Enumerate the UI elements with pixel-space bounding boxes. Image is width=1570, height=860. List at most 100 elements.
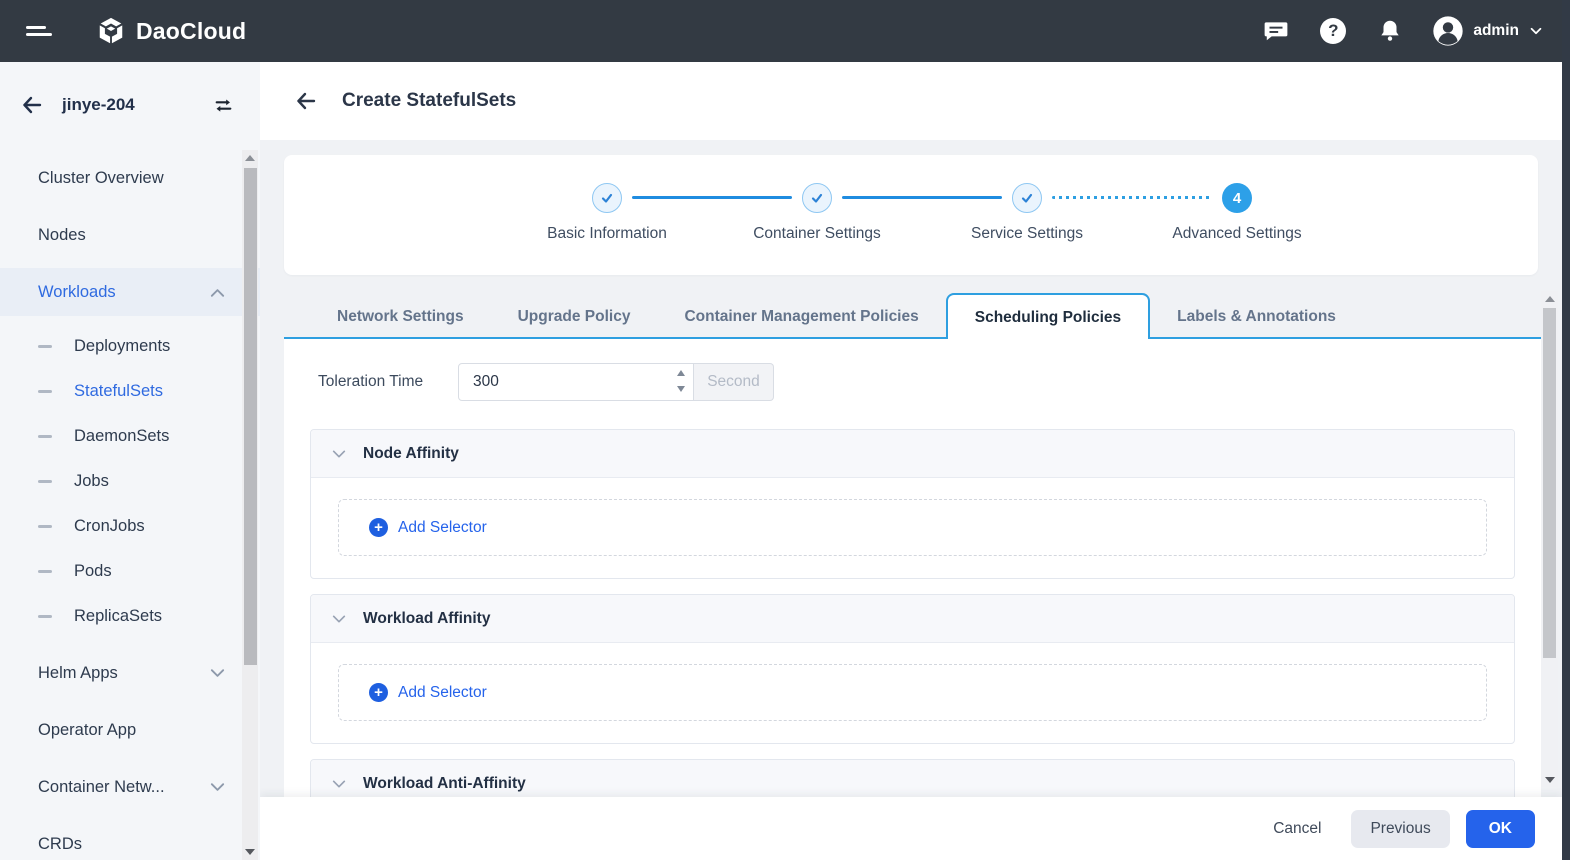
sidebar-item-label: Container Netw... [38, 778, 165, 797]
switch-cluster-icon[interactable] [213, 95, 234, 116]
tab-container-management-policies[interactable]: Container Management Policies [657, 295, 945, 339]
tab-labels-annotations[interactable]: Labels & Annotations [1150, 295, 1363, 339]
sidebar-item-label: Workloads [38, 283, 116, 302]
scroll-up-icon[interactable] [1541, 291, 1558, 306]
dash-icon [38, 390, 52, 393]
toleration-time-row: Toleration Time Second [318, 363, 774, 401]
sidebar-item-cluster-overview[interactable]: Cluster Overview [0, 150, 260, 207]
sidebar-item-nodes[interactable]: Nodes [0, 207, 260, 264]
check-icon [1023, 195, 1031, 202]
content-scrollbar[interactable] [1541, 291, 1558, 787]
check-icon [813, 195, 821, 202]
content-area: 4 Basic Information Container Settings S… [260, 140, 1562, 860]
toleration-time-unit: Second [694, 363, 774, 401]
dash-icon [38, 615, 52, 618]
content-scrollbar-thumb[interactable] [1543, 308, 1556, 658]
add-selector-label: Add Selector [398, 519, 487, 537]
help-button[interactable]: ? [1318, 16, 1348, 46]
step-3-indicator[interactable] [1012, 183, 1042, 213]
main-area: Create StatefulSets 4 Basic Information … [260, 62, 1562, 860]
menu-icon[interactable] [26, 22, 52, 40]
sidebar-item-operator-app[interactable]: Operator App [0, 702, 260, 759]
sidebar-item-cronjobs[interactable]: CronJobs [0, 504, 260, 549]
chevron-down-icon [209, 667, 226, 680]
add-selector-button[interactable]: + Add Selector [338, 664, 1487, 721]
sidebar-item-deployments[interactable]: Deployments [0, 324, 260, 369]
sidebar-item-label: Deployments [74, 337, 170, 356]
notifications-button[interactable] [1375, 16, 1405, 46]
sidebar-item-jobs[interactable]: Jobs [0, 459, 260, 504]
ok-button[interactable]: OK [1466, 810, 1535, 848]
step-4-indicator[interactable]: 4 [1222, 183, 1252, 213]
toleration-time-input[interactable] [458, 363, 694, 401]
topbar: DaoCloud ? [0, 0, 1570, 62]
cancel-button[interactable]: Cancel [1259, 811, 1335, 847]
node-affinity-header[interactable]: Node Affinity [311, 430, 1514, 478]
window-edge-strip [1562, 0, 1570, 860]
sidebar-item-crds[interactable]: CRDs [0, 816, 260, 860]
sidebar-item-container-networking[interactable]: Container Netw... [0, 759, 260, 816]
add-selector-button[interactable]: + Add Selector [338, 499, 1487, 556]
step-1-label: Basic Information [507, 225, 707, 243]
sidebar-item-daemonsets[interactable]: DaemonSets [0, 414, 260, 459]
sidebar-item-label: Cluster Overview [38, 169, 164, 188]
cluster-name: jinye-204 [62, 95, 135, 115]
dash-icon [38, 435, 52, 438]
scroll-down-icon[interactable] [242, 844, 258, 860]
increment-icon[interactable] [674, 367, 688, 378]
chat-button[interactable] [1261, 16, 1291, 46]
brand-logo: DaoCloud [96, 16, 246, 46]
toleration-time-input-group [458, 363, 694, 401]
user-menu[interactable]: admin [1432, 15, 1544, 47]
section-title: Workload Anti-Affinity [363, 775, 526, 793]
sidebar-item-label: Helm Apps [38, 664, 118, 683]
workload-affinity-header[interactable]: Workload Affinity [311, 595, 1514, 643]
sidebar-item-label: CronJobs [74, 517, 145, 536]
check-icon [603, 195, 611, 202]
sidebar-scrollbar-thumb[interactable] [244, 168, 257, 665]
decrement-icon[interactable] [674, 383, 688, 394]
dash-icon [38, 570, 52, 573]
sidebar-item-workloads[interactable]: Workloads [0, 268, 260, 316]
stepper: 4 Basic Information Container Settings S… [284, 155, 1538, 275]
toleration-time-label: Toleration Time [318, 373, 458, 391]
dash-icon [38, 480, 52, 483]
dash-icon [38, 525, 52, 528]
sidebar-item-helm-apps[interactable]: Helm Apps [0, 645, 260, 702]
sidebar-item-statefulsets[interactable]: StatefulSets [0, 369, 260, 414]
sidebar-item-pods[interactable]: Pods [0, 549, 260, 594]
previous-button[interactable]: Previous [1351, 810, 1449, 848]
tab-bar: Network Settings Upgrade Policy Containe… [284, 293, 1541, 339]
page-header: Create StatefulSets [260, 62, 1562, 140]
sidebar: jinye-204 Cluster Overview Nodes Workloa… [0, 62, 260, 860]
dash-icon [38, 345, 52, 348]
page-title: Create StatefulSets [342, 90, 516, 112]
sidebar-item-label: Operator App [38, 721, 136, 740]
sidebar-item-label: Nodes [38, 226, 86, 245]
tab-network-settings[interactable]: Network Settings [310, 295, 491, 339]
sidebar-scrollbar[interactable] [242, 150, 258, 860]
tab-scheduling-policies[interactable]: Scheduling Policies [946, 293, 1150, 339]
step-2-indicator[interactable] [802, 183, 832, 213]
sidebar-item-label: DaemonSets [74, 427, 169, 446]
workload-anti-affinity-header[interactable]: Workload Anti-Affinity [311, 760, 1514, 800]
workload-affinity-section: Workload Affinity + Add Selector [310, 594, 1515, 744]
sidebar-item-replicasets[interactable]: ReplicaSets [0, 594, 260, 639]
step-connector-dotted [1052, 196, 1212, 199]
chevron-down-icon [331, 613, 347, 625]
tab-upgrade-policy[interactable]: Upgrade Policy [491, 295, 658, 339]
back-icon[interactable] [20, 93, 44, 117]
node-affinity-section: Node Affinity + Add Selector [310, 429, 1515, 579]
step-4-label: Advanced Settings [1137, 225, 1337, 243]
step-1-indicator[interactable] [592, 183, 622, 213]
step-connector [632, 196, 792, 199]
scroll-up-icon[interactable] [242, 150, 258, 166]
plus-icon: + [369, 518, 388, 537]
chevron-down-icon [331, 778, 347, 790]
scroll-down-icon[interactable] [1541, 772, 1558, 787]
brand-name: DaoCloud [136, 18, 246, 45]
section-title: Node Affinity [363, 445, 459, 463]
back-icon[interactable] [294, 89, 318, 113]
chevron-up-icon [209, 286, 226, 299]
sidebar-header: jinye-204 [0, 62, 260, 148]
